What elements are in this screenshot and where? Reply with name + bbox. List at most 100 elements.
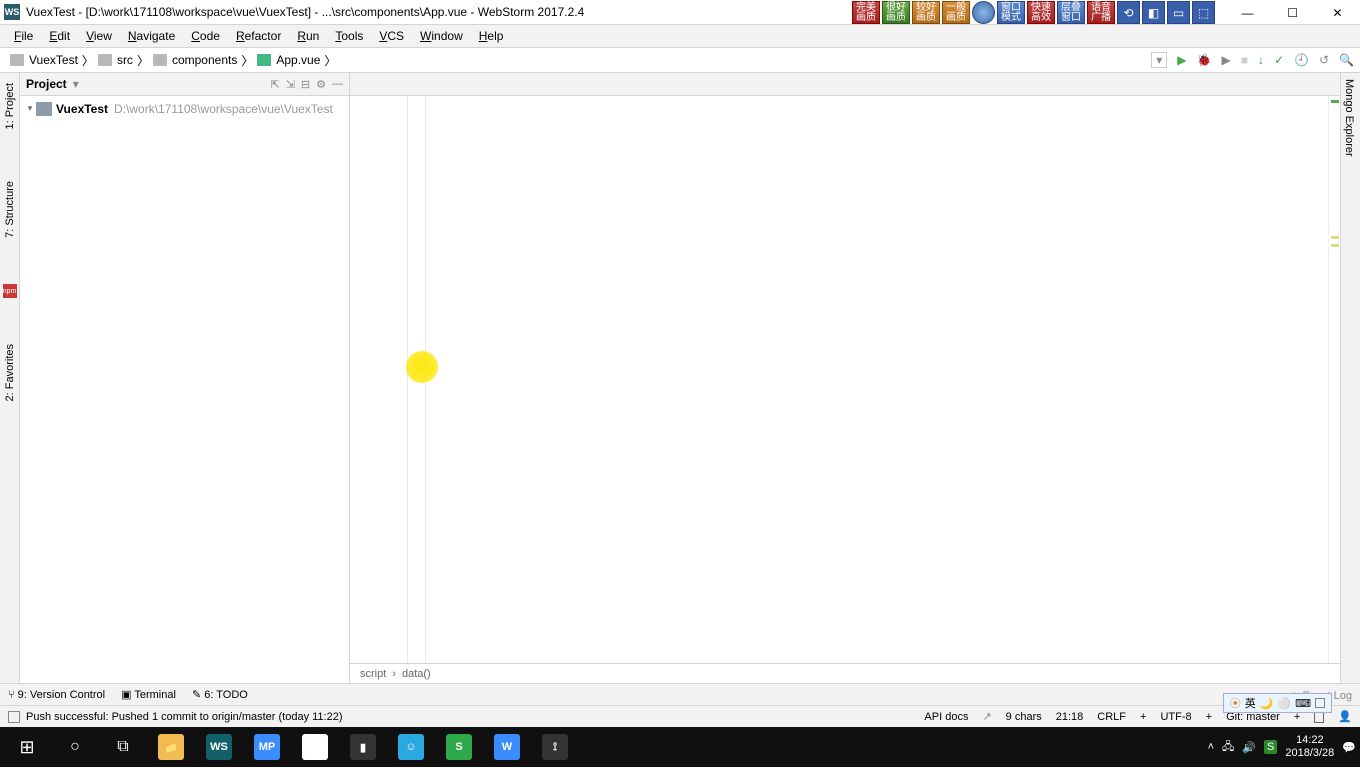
mp-taskbar-icon[interactable]: MP	[244, 728, 290, 766]
project-tree[interactable]: ▾ VuexTest D:\work\171108\workspace\vue\…	[20, 96, 349, 683]
cortana-button[interactable]: ○	[52, 728, 98, 766]
status-marker	[1331, 100, 1339, 103]
quality-button[interactable]: 窗口模式	[997, 1, 1025, 24]
project-panel: Project ▾ ⇱ ⇲ ⊟ ⚙ — ▾ VuexTest D:\work\1…	[20, 73, 350, 683]
editor-tabs	[350, 73, 1340, 96]
app2-taskbar-icon[interactable]: S	[436, 728, 482, 766]
menu-tools[interactable]: Tools	[327, 27, 371, 45]
autoscroll-icon[interactable]: ⇱	[270, 78, 279, 91]
code-editor[interactable]	[350, 96, 1340, 663]
explorer-taskbar-icon[interactable]: 📁	[148, 728, 194, 766]
terminal-tab[interactable]: ▣ Terminal	[121, 688, 176, 701]
todo-tab[interactable]: ✎ 6: TODO	[192, 688, 248, 701]
caret-position[interactable]: 21:18	[1056, 711, 1084, 723]
message-icon[interactable]	[8, 711, 20, 723]
project-tool-tab[interactable]: 1: Project	[2, 77, 18, 135]
maximize-button[interactable]: ☐	[1270, 0, 1315, 25]
commit-icon[interactable]: ✓	[1274, 53, 1284, 67]
chrome-taskbar-icon[interactable]: ◉	[292, 728, 338, 766]
autoscroll2-icon[interactable]: ⇲	[286, 78, 295, 91]
error-stripe[interactable]	[1328, 96, 1340, 663]
app-icon: WS	[4, 4, 20, 20]
app4-taskbar-icon[interactable]: ⟟	[532, 728, 578, 766]
navigation-bar: VuexTest〉src〉components〉App.vue〉 ▾ ▶ 🐞 ▶…	[0, 48, 1360, 73]
run-icon[interactable]: ▶	[1177, 53, 1186, 67]
menu-window[interactable]: Window	[412, 27, 471, 45]
start-button[interactable]: ⊞	[4, 728, 50, 766]
dropdown-icon[interactable]: ▾	[73, 77, 79, 91]
project-root-name[interactable]: VuexTest	[56, 102, 108, 116]
tool-icon[interactable]: ▭	[1167, 1, 1190, 24]
round-tool-icon[interactable]	[972, 1, 995, 24]
tray-up-icon[interactable]: ˄	[1208, 741, 1214, 753]
windows-taskbar: ⊞ ○ ⧉ 📁 WS MP ◉ ▮ ☺ S W ⟟ ˄ 🖧 🔊 S 14:222…	[0, 727, 1360, 767]
warning-marker	[1331, 244, 1339, 247]
version-control-tab[interactable]: ⑂ 9: Version Control	[8, 689, 105, 701]
notifications-icon[interactable]: 💬	[1342, 741, 1356, 754]
breadcrumb-item[interactable]: src	[94, 53, 137, 67]
app3-taskbar-icon[interactable]: W	[484, 728, 530, 766]
menu-navigate[interactable]: Navigate	[120, 27, 183, 45]
history-icon[interactable]: 🕘	[1294, 53, 1309, 67]
line-separator[interactable]: CRLF	[1097, 711, 1126, 723]
dropdown-icon[interactable]: ▾	[1151, 52, 1167, 68]
structure-tool-tab[interactable]: 7: Structure	[2, 175, 18, 244]
breadcrumb-item[interactable]: components	[149, 53, 241, 67]
project-root-path: D:\work\171108\workspace\vue\VuexTest	[114, 102, 333, 116]
editor-area: script › data()	[350, 73, 1340, 683]
app1-taskbar-icon[interactable]: ☺	[388, 728, 434, 766]
tray-app-icon[interactable]: S	[1264, 740, 1277, 754]
quality-button[interactable]: 完美画质	[852, 1, 880, 24]
hide-icon[interactable]: —	[332, 78, 343, 90]
quality-button[interactable]: 语音广播	[1087, 1, 1115, 24]
warning-marker	[1331, 236, 1339, 239]
project-view-label[interactable]: Project	[26, 77, 67, 91]
update-icon[interactable]: ↓	[1258, 53, 1264, 67]
breadcrumb-item[interactable]: App.vue	[253, 53, 324, 67]
menu-edit[interactable]: Edit	[41, 27, 78, 45]
menu-file[interactable]: File	[6, 27, 41, 45]
webstorm-taskbar-icon[interactable]: WS	[196, 728, 242, 766]
tool-icon[interactable]: ◧	[1142, 1, 1165, 24]
coverage-icon[interactable]: ▶	[1221, 53, 1230, 67]
terminal-taskbar-icon[interactable]: ▮	[340, 728, 386, 766]
minimize-button[interactable]: —	[1225, 0, 1270, 25]
npm-tool-tab[interactable]: npm	[3, 284, 17, 298]
quality-button[interactable]: 很好画质	[882, 1, 910, 24]
favorites-tool-tab[interactable]: 2: Favorites	[2, 338, 18, 407]
quality-button[interactable]: 层叠窗口	[1057, 1, 1085, 24]
settings-icon[interactable]: ⚙	[316, 78, 326, 91]
collapse-icon[interactable]: ⊟	[301, 78, 310, 91]
revert-icon[interactable]: ↺	[1319, 53, 1329, 67]
quality-button[interactable]: 一般画质	[942, 1, 970, 24]
menu-view[interactable]: View	[78, 27, 120, 45]
debug-icon[interactable]: 🐞	[1197, 53, 1212, 67]
close-button[interactable]: ✕	[1315, 0, 1360, 25]
menu-run[interactable]: Run	[289, 27, 327, 45]
tray-volume-icon[interactable]: 🔊	[1242, 741, 1256, 754]
window-titlebar: WS VuexTest - [D:\work\171108\workspace\…	[0, 0, 1360, 25]
breadcrumb-item[interactable]: VuexTest	[6, 53, 82, 67]
selection-chars: 9 chars	[1006, 711, 1042, 723]
main-menu: FileEditViewNavigateCodeRefactorRunTools…	[0, 25, 1360, 48]
file-encoding[interactable]: UTF-8	[1160, 711, 1191, 723]
status-message: Push successful: Pushed 1 commit to orig…	[26, 711, 343, 723]
search-icon[interactable]: 🔍	[1339, 53, 1354, 67]
tray-network-icon[interactable]: 🖧	[1222, 738, 1234, 757]
ime-indicator[interactable]: ⦿英🌙⚪⌨	[1223, 693, 1332, 713]
taskview-button[interactable]: ⧉	[100, 728, 146, 766]
mongo-explorer-tab[interactable]: Mongo Explorer	[1341, 73, 1357, 163]
menu-help[interactable]: Help	[471, 27, 512, 45]
menu-vcs[interactable]: VCS	[371, 27, 412, 45]
menu-code[interactable]: Code	[183, 27, 228, 45]
api-docs-link[interactable]: API docs	[924, 711, 968, 723]
bottom-toolbar: ⑂ 9: Version Control ▣ Terminal ✎ 6: TOD…	[0, 683, 1360, 705]
tool-icon[interactable]: ⬚	[1192, 1, 1215, 24]
menu-refactor[interactable]: Refactor	[228, 27, 289, 45]
editor-breadcrumb[interactable]: script › data()	[350, 663, 1340, 683]
hector-icon[interactable]: 👤	[1338, 710, 1352, 723]
quality-button[interactable]: 快速高效	[1027, 1, 1055, 24]
system-clock[interactable]: 14:222018/3/28	[1285, 734, 1334, 760]
tool-icon[interactable]: ⟲	[1117, 1, 1140, 24]
quality-button[interactable]: 较好画质	[912, 1, 940, 24]
